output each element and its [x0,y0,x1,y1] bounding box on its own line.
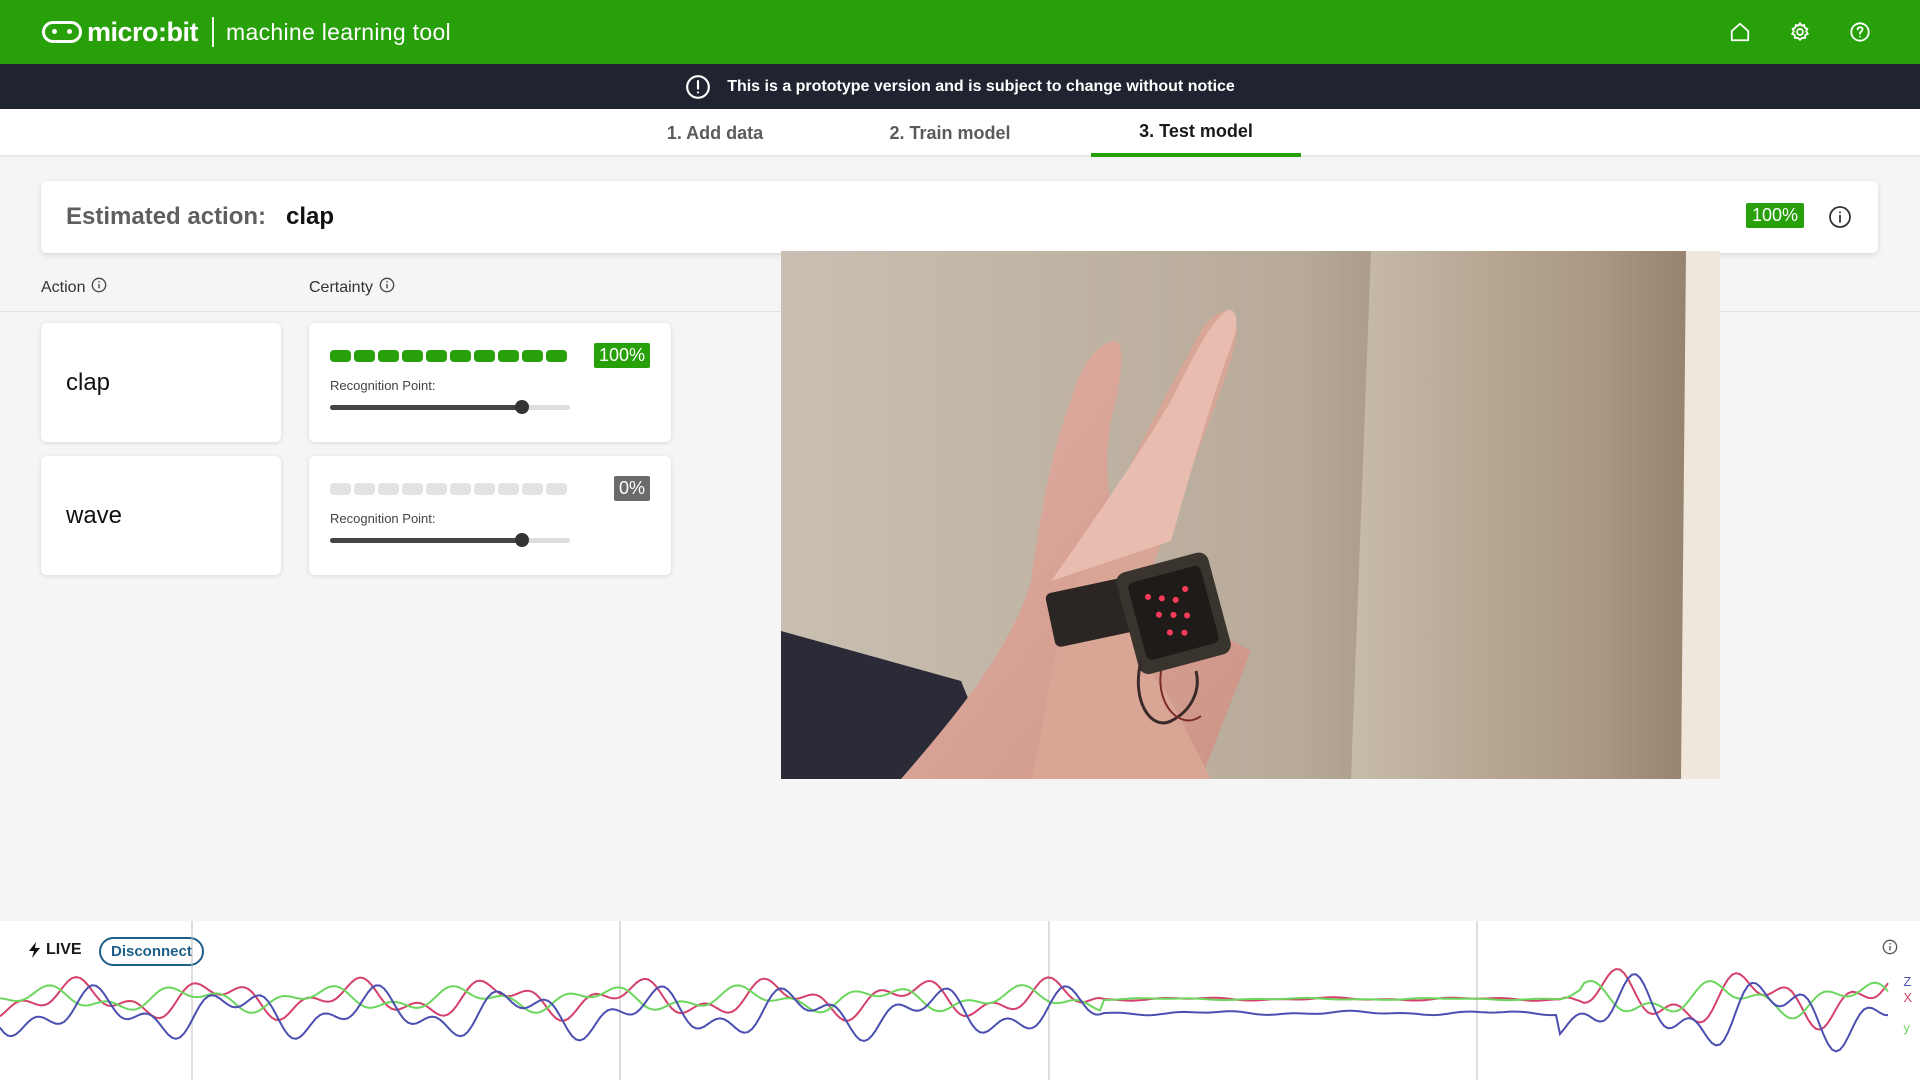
prototype-banner: This is a prototype version and is subje… [0,64,1920,109]
info-icon[interactable] [1828,205,1852,234]
home-icon[interactable] [1728,20,1752,44]
axis-z-line [0,973,1889,1053]
certainty-badge: 0% [613,476,650,501]
tab-train-model[interactable]: 2. Train model [870,109,1030,157]
certainty-segment [402,483,423,495]
certainty-segment [546,483,567,495]
accelerometer-graph [0,921,1889,1080]
estimated-action-label: Estimated action: [66,203,267,230]
action-column-label: Action [41,278,86,296]
certainty-segment [450,350,471,362]
brand[interactable]: micro:bit machine learning tool [42,0,451,64]
axis-label-z: z [1903,974,1912,989]
info-icon[interactable] [91,277,107,298]
alert-icon [685,74,711,100]
top-bar: micro:bit machine learning tool [0,0,1920,64]
estimated-action-value: clap [286,203,335,230]
certainty-column-header: Certainty [309,277,395,298]
certainty-segment [546,350,567,362]
brand-separator [212,17,215,47]
recognition-point-label: Recognition Point: [330,511,436,526]
settings-icon[interactable] [1788,20,1812,44]
certainty-segment [402,350,423,362]
certainty-segment [522,483,543,495]
certainty-segment [354,350,375,362]
banner-text: This is a prototype version and is subje… [727,77,1235,95]
tool-name: machine learning tool [226,18,451,45]
webcam-video [781,251,1720,779]
certainty-card-wave: 0% Recognition Point: [309,456,671,575]
action-name: clap [66,369,111,396]
certainty-segment [378,483,399,495]
slider-thumb[interactable] [515,533,529,547]
help-icon[interactable] [1848,20,1872,44]
certainty-bar [330,350,567,362]
axis-y-line [0,979,1889,1020]
action-column-header: Action [41,277,107,298]
microbit-logo-icon [42,21,82,43]
certainty-bar [330,483,567,495]
certainty-badge: 100% [593,343,650,368]
estimated-action-card: Estimated action: clap 100% [41,181,1878,253]
action-card-wave[interactable]: wave [41,456,281,575]
certainty-segment [426,483,447,495]
axis-label-x: x [1903,990,1912,1005]
tab-test-model[interactable]: 3. Test model [1091,109,1301,157]
certainty-segment [474,350,495,362]
header-icons [1728,0,1872,64]
slider-fill [330,538,522,543]
certainty-segment [330,350,351,362]
certainty-column-label: Certainty [309,278,374,296]
axis-legend: z x y [1903,974,1912,1036]
tab-add-data[interactable]: 1. Add data [640,109,790,157]
certainty-segment [426,350,447,362]
action-name: wave [66,502,123,529]
certainty-segment [378,350,399,362]
certainty-card-clap: 100% Recognition Point: [309,323,671,442]
certainty-segment [498,483,519,495]
slider-fill [330,405,522,410]
brand-name: micro:bit [87,16,199,47]
recognition-point-slider[interactable] [330,533,570,547]
certainty-segment [354,483,375,495]
recognition-point-slider[interactable] [330,400,570,414]
step-tabs: 1. Add data 2. Train model 3. Test model [0,109,1920,157]
certainty-segment [330,483,351,495]
certainty-segment [498,350,519,362]
live-graph-panel: LIVE Disconnect z x y [0,921,1920,1080]
recognition-point-label: Recognition Point: [330,378,436,393]
info-icon[interactable] [379,277,395,298]
certainty-segment [474,483,495,495]
estimated-certainty-badge: 100% [1745,203,1804,228]
certainty-segment [522,350,543,362]
certainty-segment [450,483,471,495]
axis-label-y: y [1903,1020,1910,1035]
slider-thumb[interactable] [515,400,529,414]
action-card-clap[interactable]: clap [41,323,281,442]
